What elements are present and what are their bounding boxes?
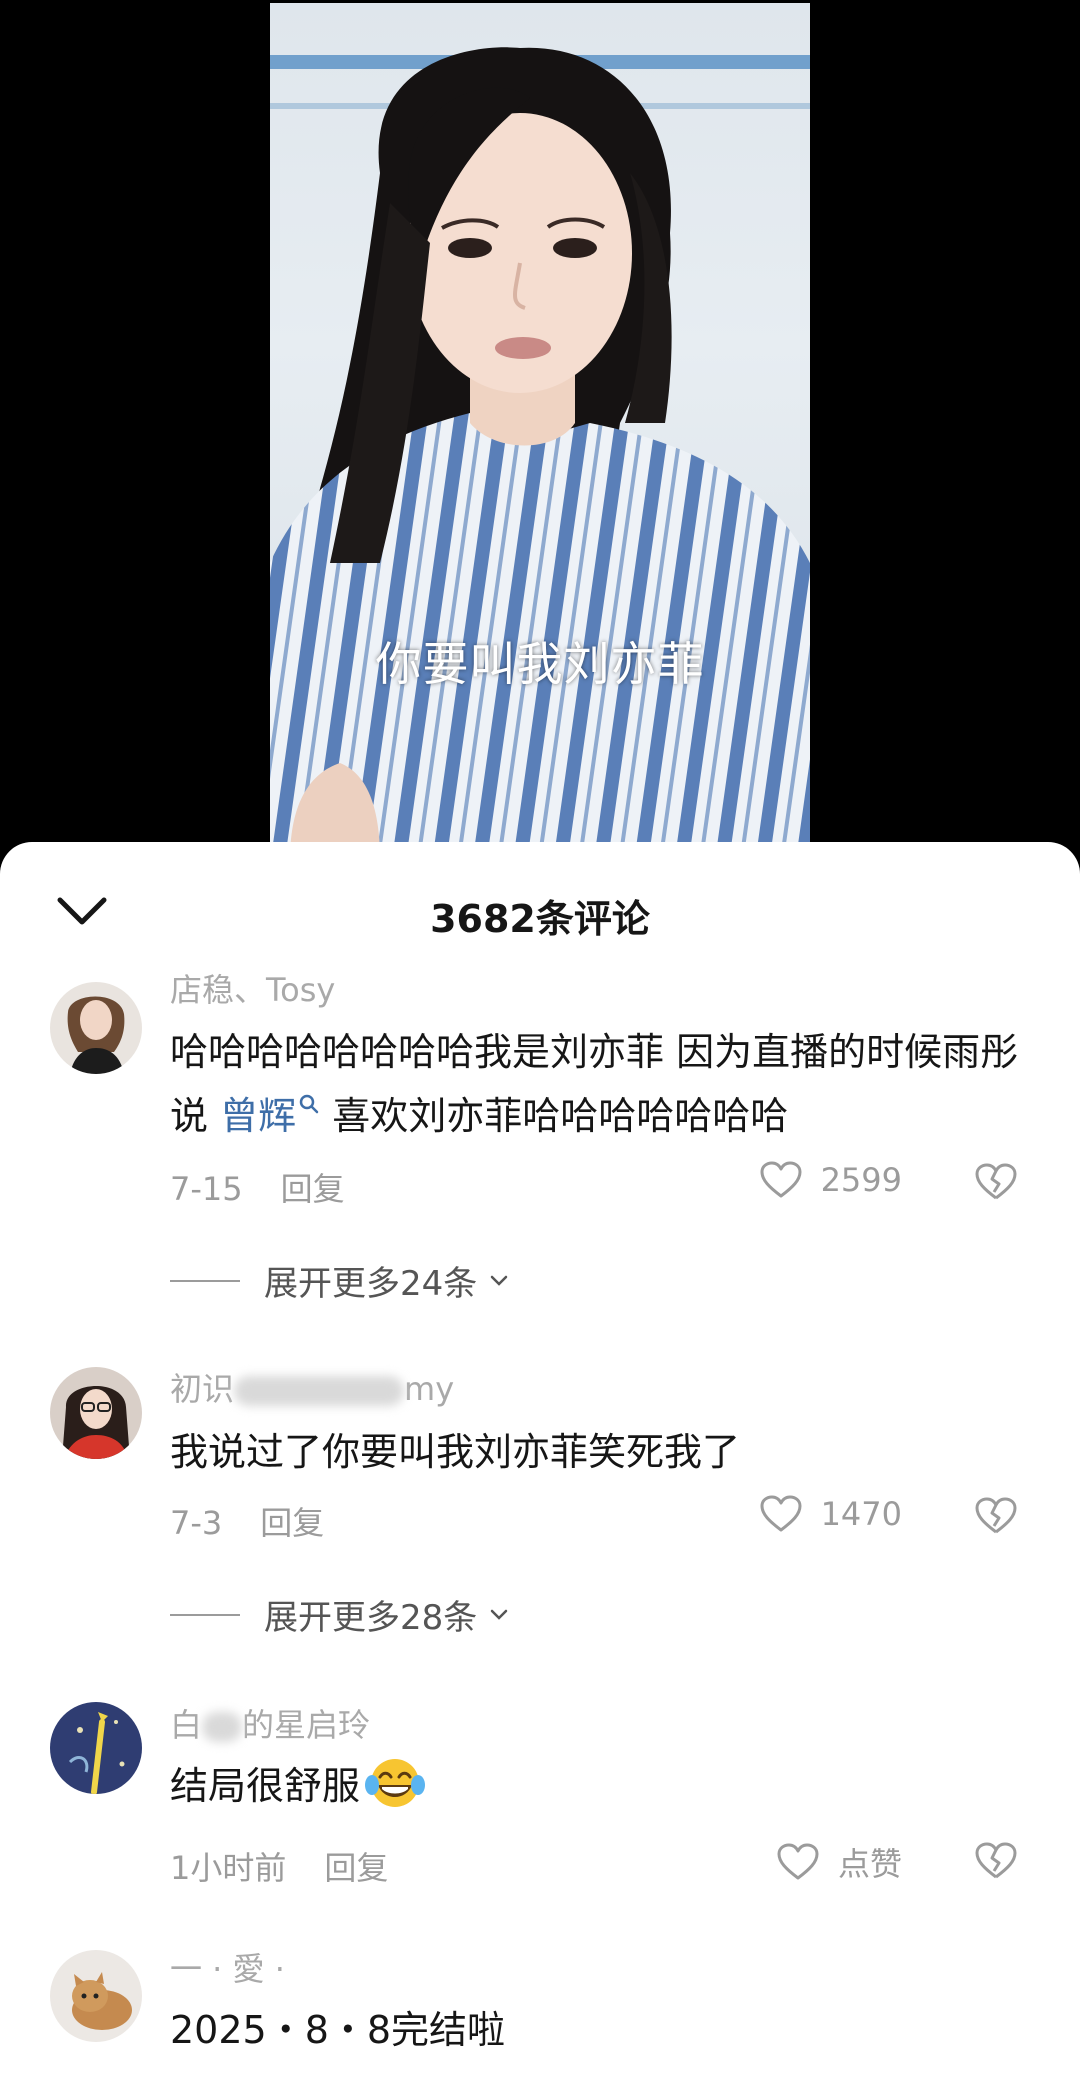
broken-heart-icon[interactable]	[974, 1162, 1018, 1202]
redacted-blur	[234, 1376, 405, 1406]
video-frame	[270, 3, 810, 860]
username-visible: 初识	[170, 1370, 235, 1408]
comment-text: 2025・8・8完结啦	[170, 2008, 506, 2052]
search-icon	[299, 1094, 319, 1114]
expand-label: 展开更多24条	[264, 1264, 478, 1304]
mention-label: 曾辉	[220, 1094, 297, 1138]
username-tail: my	[404, 1370, 455, 1408]
comment-count-title: 3682条评论	[430, 897, 650, 941]
comment-date: 7-15	[170, 1170, 243, 1208]
avatar[interactable]	[50, 1367, 142, 1459]
like-count: 2599	[820, 1161, 902, 1199]
username-visible: 白	[170, 1706, 203, 1744]
face-with-tears-of-joy-icon	[365, 1759, 426, 1807]
chevron-down-icon	[491, 1275, 508, 1286]
comment-date: 7-3	[170, 1504, 223, 1542]
comment-username[interactable]: 白 的星启玲	[170, 1700, 370, 1746]
video-subtitle: 你要叫我刘亦菲	[375, 637, 705, 691]
redacted-blur	[202, 1712, 243, 1742]
heart-icon	[760, 1495, 802, 1532]
like-button[interactable]: 点赞	[776, 1839, 902, 1885]
like-count: 1470	[820, 1495, 902, 1533]
divider-line	[170, 1279, 240, 1282]
chevron-down-icon	[491, 1609, 508, 1620]
divider-line	[170, 1613, 240, 1616]
expand-label: 展开更多28条	[264, 1598, 478, 1638]
comment-meta: 7-15 回复	[170, 1164, 345, 1210]
like-button[interactable]: 1470	[759, 1494, 902, 1534]
expand-replies-button[interactable]: 展开更多24条	[170, 1256, 509, 1305]
heart-icon	[777, 1843, 819, 1880]
username-tail: 的星启玲	[242, 1706, 371, 1744]
comment-text-part: 结局很舒服	[170, 1764, 361, 1808]
reply-button[interactable]: 回复	[281, 1170, 345, 1208]
comment-meta: 1小时前 回复	[170, 1843, 388, 1889]
video-person-image	[270, 47, 810, 860]
broken-heart-icon[interactable]	[974, 1496, 1018, 1536]
comment-text: 我说过了你要叫我刘亦菲笑死我了	[170, 1430, 741, 1474]
comment-username[interactable]: 一 · 愛 ·	[170, 1944, 285, 1990]
reply-button[interactable]: 回复	[260, 1504, 324, 1542]
comment-sheet: 3682条评论 店稳、Tosy 哈哈哈哈哈哈哈哈我是刘亦菲 因为直播的时候雨彤说…	[0, 842, 1080, 2085]
comment-username[interactable]: 店稳、Tosy	[170, 965, 335, 1011]
like-label: 点赞	[837, 1845, 902, 1883]
comment-text-part: 喜欢刘亦菲哈哈哈哈哈哈哈	[320, 1094, 789, 1138]
comment-meta: 7-3 回复	[170, 1498, 324, 1544]
sheet-header: 3682条评论	[0, 842, 1080, 972]
broken-heart-icon[interactable]	[974, 1841, 1018, 1881]
avatar[interactable]	[50, 1702, 142, 1794]
comment-text: 结局很舒服	[170, 1754, 1030, 1818]
comment-date: 1小时前	[170, 1849, 287, 1887]
avatar[interactable]	[50, 982, 142, 1074]
avatar[interactable]	[50, 1950, 142, 2042]
comment-username[interactable]: 初识 my	[170, 1364, 454, 1410]
comment-text: 哈哈哈哈哈哈哈哈我是刘亦菲 因为直播的时候雨彤说 曾辉 喜欢刘亦菲哈哈哈哈哈哈哈	[170, 1020, 1030, 1148]
reply-button[interactable]: 回复	[324, 1849, 388, 1887]
expand-replies-button[interactable]: 展开更多28条	[170, 1590, 509, 1639]
heart-icon	[760, 1161, 802, 1198]
like-button[interactable]: 2599	[759, 1160, 902, 1200]
mention-link[interactable]: 曾辉	[220, 1094, 320, 1138]
video-player[interactable]: 你要叫我刘亦菲	[0, 0, 1080, 860]
